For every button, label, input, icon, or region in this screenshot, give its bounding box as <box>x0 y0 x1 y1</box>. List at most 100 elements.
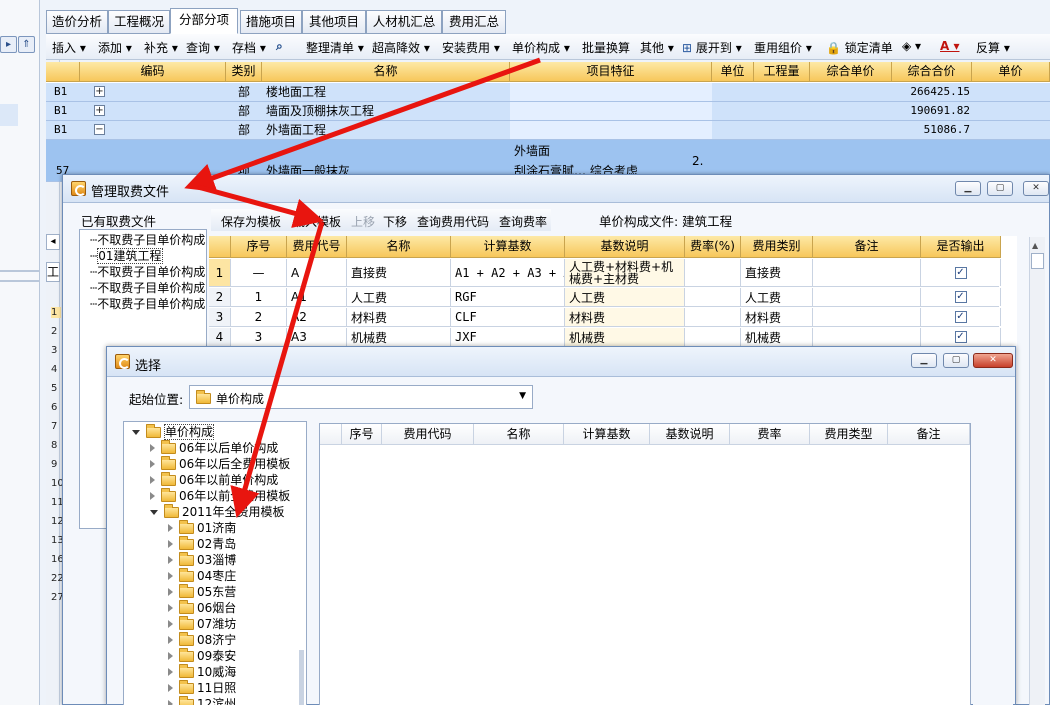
tree-folder[interactable]: 08济宁 <box>168 632 236 648</box>
install-fee-button[interactable]: 安装费用 ▾ <box>442 39 500 56</box>
supplement-button[interactable]: 补充 ▾ <box>144 39 178 56</box>
expand-open-icon[interactable] <box>150 510 158 515</box>
expand-closed-icon[interactable] <box>168 684 173 692</box>
binoculars-icon[interactable]: ⌕ <box>276 39 283 54</box>
tree-item-selected[interactable]: ┄01建筑工程 <box>90 248 163 264</box>
tree-folder[interactable]: 04枣庄 <box>168 568 236 584</box>
output-checkbox[interactable]: ✓ <box>954 311 967 323</box>
col-rate[interactable]: 费率(%) <box>685 236 741 258</box>
query-button[interactable]: 查询 ▾ <box>186 39 220 56</box>
row-number[interactable]: 1 <box>51 307 61 318</box>
tab-cost-analysis[interactable]: 造价分析 <box>46 10 108 34</box>
col-price[interactable]: 单价 <box>972 62 1050 82</box>
chevron-down-icon[interactable]: ▼ <box>519 391 526 401</box>
expand-closed-icon[interactable] <box>168 652 173 660</box>
col-unit[interactable]: 单位 <box>712 62 754 82</box>
output-checkbox[interactable]: ✓ <box>954 266 967 279</box>
query-fee-code-button[interactable]: 查询费用代码 <box>417 213 489 230</box>
close-icon[interactable]: ✕ <box>1023 181 1049 196</box>
move-down-button[interactable]: 下移 <box>383 213 407 230</box>
maximize-icon[interactable]: ▢ <box>987 181 1013 196</box>
tree-folder[interactable]: 09泰安 <box>168 648 236 664</box>
col-remark[interactable]: 备注 <box>813 236 921 258</box>
scroll-thumb[interactable] <box>1031 253 1044 269</box>
start-location-select[interactable]: 单价构成 ▼ <box>189 385 533 409</box>
col-fee-type[interactable]: 费用类型 <box>810 424 888 445</box>
expand-closed-icon[interactable] <box>168 636 173 644</box>
table-row[interactable]: B1 − 部 外墙面工程 51086.7 <box>46 121 1050 140</box>
tab-labor-material[interactable]: 人材机汇总 <box>366 10 442 34</box>
insert-button[interactable]: 插入 ▾ <box>52 39 86 56</box>
expand-closed-icon[interactable] <box>168 524 173 532</box>
tree-folder[interactable]: 06年以后单价构成 <box>150 440 278 456</box>
batch-convert-button[interactable]: 批量换算 <box>582 39 630 56</box>
lock-list-button[interactable]: 🔒 锁定清单 <box>826 39 893 56</box>
table-row[interactable]: 1 — A 直接费 A1 + A2 + A3 + A4 人工费+材料费+机械费+… <box>209 259 1001 287</box>
maximize-icon[interactable]: ▢ <box>943 353 969 368</box>
tree-folder[interactable]: 06年以前全费用模板 <box>150 488 290 504</box>
tree-folder[interactable]: 05东营 <box>168 584 236 600</box>
expand-closed-icon[interactable] <box>168 556 173 564</box>
fill-color-icon[interactable]: ◈ ▾ <box>902 39 921 53</box>
col-rate[interactable]: 费率 <box>730 424 810 445</box>
query-rate-button[interactable]: 查询费率 <box>499 213 547 230</box>
close-icon[interactable]: ✕ <box>973 353 1013 368</box>
col-name[interactable]: 名称 <box>347 236 451 258</box>
tree-item[interactable]: ┄不取费子目单价构成 <box>90 264 205 280</box>
tree-folder[interactable]: 06年以前单价构成 <box>150 472 278 488</box>
table-row[interactable]: B1 + 部 墙面及顶棚抹灰工程 190691.82 <box>46 102 1050 121</box>
col-name[interactable]: 名称 <box>262 62 510 82</box>
tree-folder[interactable]: 2011年全费用模板 <box>150 504 285 520</box>
output-checkbox[interactable]: ✓ <box>954 291 967 303</box>
tree-folder[interactable]: 06年以后全费用模板 <box>150 456 290 472</box>
col-base[interactable]: 计算基数 <box>451 236 565 258</box>
vertical-scrollbar[interactable]: ▲ <box>1029 237 1045 705</box>
archive-button[interactable]: 存档 ▾ <box>232 39 266 56</box>
tree-root[interactable]: 单价构成 <box>132 424 215 440</box>
tab-other-items[interactable]: 其他项目 <box>302 10 366 34</box>
col-category[interactable]: 费用类别 <box>741 236 813 258</box>
col-base[interactable]: 计算基数 <box>564 424 650 445</box>
tab-project-overview[interactable]: 工程概况 <box>108 10 170 34</box>
expand-closed-icon[interactable] <box>168 668 173 676</box>
tab-cost-summary[interactable]: 费用汇总 <box>442 10 506 34</box>
col-remark[interactable]: 备注 <box>888 424 970 445</box>
scroll-left-icon[interactable]: ◂ <box>46 234 60 250</box>
tree-folder[interactable]: 03淄博 <box>168 552 236 568</box>
col-seq[interactable]: 序号 <box>342 424 382 445</box>
reverse-calc-button[interactable]: 反算 ▾ <box>976 39 1010 56</box>
table-row[interactable]: 2 1 A1 人工费 RGF 人工费 人工费 ✓ <box>209 288 1001 307</box>
table-row[interactable]: 4 3 A3 机械费 JXF 机械费 机械费 ✓ <box>209 328 1001 347</box>
font-color-icon[interactable]: A ▾ <box>940 39 960 53</box>
col-total-price[interactable]: 综合合价 <box>892 62 972 82</box>
col-code[interactable]: 编码 <box>80 62 226 82</box>
reuse-price-button[interactable]: 重用组价 ▾ <box>754 39 812 56</box>
scroll-up-icon[interactable]: ▲ <box>1032 241 1038 250</box>
col-fee-code[interactable]: 费用代号 <box>287 236 347 258</box>
col-unit-price[interactable]: 综合单价 <box>810 62 892 82</box>
height-reduction-button[interactable]: 超高降效 ▾ <box>372 39 430 56</box>
expand-icon[interactable]: + <box>94 105 105 116</box>
other-button[interactable]: 其他 ▾ <box>640 39 674 56</box>
tab-measures[interactable]: 措施项目 <box>240 10 302 34</box>
col-features[interactable]: 项目特征 <box>510 62 712 82</box>
col-seq[interactable]: 序号 <box>231 236 287 258</box>
output-checkbox[interactable]: ✓ <box>954 331 967 343</box>
collapse-icon[interactable]: − <box>94 124 105 135</box>
minimize-icon[interactable]: ▁ <box>911 353 937 368</box>
expand-closed-icon[interactable] <box>150 492 155 500</box>
add-button[interactable]: 添加 ▾ <box>98 39 132 56</box>
expand-to-button[interactable]: ⊞ 展开到 ▾ <box>682 39 742 56</box>
collapse-up-icon[interactable]: ⇑ <box>18 36 35 53</box>
expand-closed-icon[interactable] <box>168 540 173 548</box>
move-up-button[interactable]: 上移 <box>351 213 375 230</box>
table-row[interactable]: 3 2 A2 材料费 CLF 材料费 材料费 ✓ <box>209 308 1001 327</box>
col-name[interactable]: 名称 <box>474 424 564 445</box>
unit-price-composition-button[interactable]: 单价构成 ▾ <box>512 39 570 56</box>
dialog-titlebar[interactable]: 管理取费文件 ▁ ▢ ✕ <box>63 175 1049 203</box>
col-type[interactable]: 类别 <box>226 62 262 82</box>
nav-arrow-icon[interactable]: ▸ <box>0 36 17 53</box>
tree-folder[interactable]: 11日照 <box>168 680 236 696</box>
col-output[interactable]: 是否输出 <box>921 236 1001 258</box>
col-base-desc[interactable]: 基数说明 <box>565 236 685 258</box>
